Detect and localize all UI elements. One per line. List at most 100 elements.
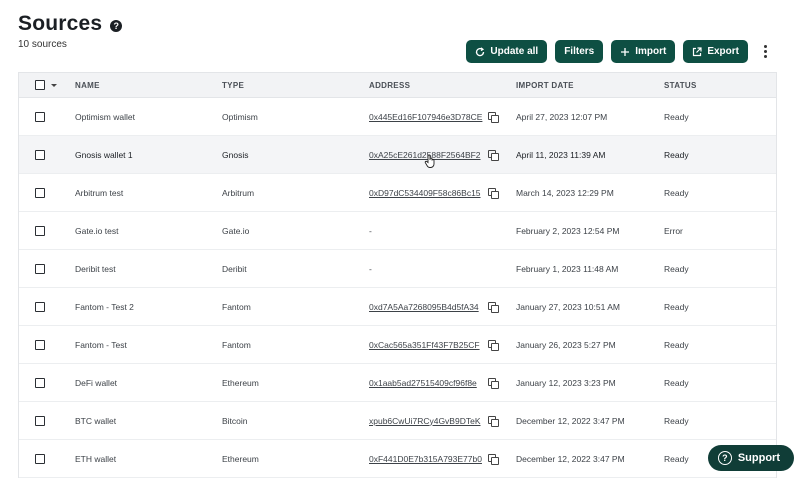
row-checkbox[interactable] (35, 377, 45, 388)
source-type: Fantom (222, 339, 251, 350)
row-checkbox[interactable] (35, 187, 45, 198)
row-select-cell (19, 187, 75, 198)
copy-icon[interactable] (488, 301, 499, 313)
table-row[interactable]: Deribit test Deribit - February 1, 2023 11:… (19, 250, 776, 288)
table-row[interactable]: ETH wallet Ethereum 0xF441D0E7b315A793E77b… (19, 440, 776, 478)
source-type: Bitcoin (222, 415, 248, 426)
source-address-link[interactable]: 0xD97dC534409F58c86Bc15 (369, 188, 484, 198)
copy-icon[interactable] (488, 187, 499, 199)
table-row[interactable]: Optimism wallet Optimism 0x445Ed16F107946e… (19, 98, 776, 136)
table-row[interactable]: BTC wallet Bitcoin xpub6CwUi7RCy4GvB9DTeK D… (19, 402, 776, 440)
source-type: Deribit (222, 263, 247, 274)
status-badge: Ready (664, 111, 689, 122)
source-name: BTC wallet (75, 415, 117, 426)
update-all-button[interactable]: Update all (466, 40, 548, 63)
import-date: February 1, 2023 11:48 AM (516, 263, 619, 274)
table-header: NAME TYPE ADDRESS IMPORT DATE STATUS (19, 73, 776, 98)
column-header-status[interactable]: STATUS (664, 81, 764, 90)
table-row[interactable]: DeFi wallet Ethereum 0x1aab5ad27515409cf96… (19, 364, 776, 402)
source-address-link[interactable]: 0xd7A5Aa7268095B4d5fA34 (369, 302, 484, 312)
row-checkbox[interactable] (35, 453, 45, 464)
source-address-cell: - (369, 226, 516, 236)
header-select-cell (19, 80, 75, 90)
row-select-cell (19, 301, 75, 312)
copy-icon[interactable] (488, 149, 499, 161)
source-name: Gate.io test (75, 225, 119, 236)
refresh-icon (476, 46, 485, 56)
copy-icon[interactable] (488, 111, 499, 123)
source-type: Ethereum (222, 453, 259, 464)
status-badge: Ready (664, 187, 689, 198)
row-select-cell (19, 225, 75, 236)
import-date: March 14, 2023 12:29 PM (516, 187, 614, 198)
source-name: Optimism wallet (75, 111, 135, 122)
source-name: ETH wallet (75, 453, 117, 464)
column-header-type[interactable]: TYPE (222, 81, 369, 90)
hand-cursor-icon (424, 154, 435, 168)
status-badge: Ready (664, 415, 689, 426)
source-name: DeFi wallet (75, 377, 118, 388)
title-row: Sources ? (18, 12, 123, 36)
row-checkbox[interactable] (35, 339, 45, 350)
table-row[interactable]: Gate.io test Gate.io - February 2, 2023 12:… (19, 212, 776, 250)
source-address-link[interactable]: 0x445Ed16F107946e3D78CE (369, 112, 484, 122)
select-all-checkbox[interactable] (35, 80, 45, 90)
import-date: January 27, 2023 10:51 AM (516, 301, 620, 312)
copy-icon[interactable] (488, 415, 499, 427)
row-checkbox[interactable] (35, 111, 45, 122)
row-checkbox[interactable] (35, 415, 45, 426)
table-row[interactable]: Fantom - Test Fantom 0xCac565a351Ff43F7B25… (19, 326, 776, 364)
help-icon[interactable]: ? (110, 19, 123, 32)
toolbar: Update all Filters Import Export (466, 40, 772, 63)
status-badge: Ready (664, 263, 689, 274)
row-select-cell (19, 415, 75, 426)
row-checkbox[interactable] (35, 149, 45, 160)
source-address-link[interactable]: 0xCac565a351Ff43F7B25CF (369, 340, 484, 350)
source-address-cell: 0xCac565a351Ff43F7B25CF (369, 339, 516, 351)
column-header-name[interactable]: NAME (75, 81, 222, 90)
filters-button[interactable]: Filters (555, 40, 604, 63)
page-title: Sources (18, 12, 103, 35)
sources-table: NAME TYPE ADDRESS IMPORT DATE STATUS Opt… (18, 72, 777, 478)
update-all-label: Update all (490, 46, 539, 57)
import-date: February 2, 2023 12:54 PM (516, 225, 620, 236)
external-link-icon (693, 46, 702, 56)
column-header-import-date[interactable]: IMPORT DATE (516, 81, 664, 90)
source-address-cell: 0xD97dC534409F58c86Bc15 (369, 187, 516, 199)
import-date: December 12, 2022 3:47 PM (516, 415, 625, 426)
source-name: Gnosis wallet 1 (75, 149, 133, 160)
status-badge: Ready (664, 149, 689, 160)
source-name: Fantom - Test 2 (75, 301, 134, 312)
row-select-cell (19, 377, 75, 388)
more-options-icon[interactable] (758, 40, 772, 63)
copy-icon[interactable] (488, 377, 499, 389)
page-header: Sources ? 10 sources (18, 12, 123, 50)
source-type: Gnosis (222, 149, 249, 160)
row-checkbox[interactable] (35, 263, 45, 274)
table-row[interactable]: Fantom - Test 2 Fantom 0xd7A5Aa7268095B4d5… (19, 288, 776, 326)
status-badge: Ready (664, 339, 689, 350)
copy-icon[interactable] (488, 339, 499, 351)
source-address-cell: 0xA25cE261d2588F2564BF2 (369, 149, 516, 161)
chevron-down-icon[interactable] (51, 83, 57, 87)
source-address-link[interactable]: xpub6CwUi7RCy4GvB9DTeK (369, 416, 484, 426)
export-button[interactable]: Export (683, 40, 748, 63)
table-row[interactable]: Arbitrum test Arbitrum 0xD97dC534409F58c86… (19, 174, 776, 212)
table-row[interactable]: Gnosis wallet 1 Gnosis 0xA25cE261d2588F256… (19, 136, 776, 174)
import-date: April 27, 2023 12:07 PM (516, 111, 608, 122)
source-address-cell: - (369, 264, 516, 274)
source-address-empty: - (369, 263, 372, 274)
support-button[interactable]: ? Support (707, 445, 794, 471)
source-address-link[interactable]: 0xF441D0E7b315A793E77b0 (369, 454, 484, 464)
import-date: January 26, 2023 5:27 PM (516, 339, 616, 350)
import-date: January 12, 2023 3:23 PM (516, 377, 616, 388)
row-checkbox[interactable] (35, 301, 45, 312)
source-address-link[interactable]: 0x1aab5ad27515409cf96f8e (369, 378, 484, 388)
copy-icon[interactable] (488, 453, 499, 465)
source-address-cell: 0x1aab5ad27515409cf96f8e (369, 377, 516, 389)
row-select-cell (19, 263, 75, 274)
import-button[interactable]: Import (611, 40, 676, 63)
column-header-address[interactable]: ADDRESS (369, 81, 516, 90)
source-type: Fantom (222, 301, 251, 312)
row-checkbox[interactable] (35, 225, 45, 236)
